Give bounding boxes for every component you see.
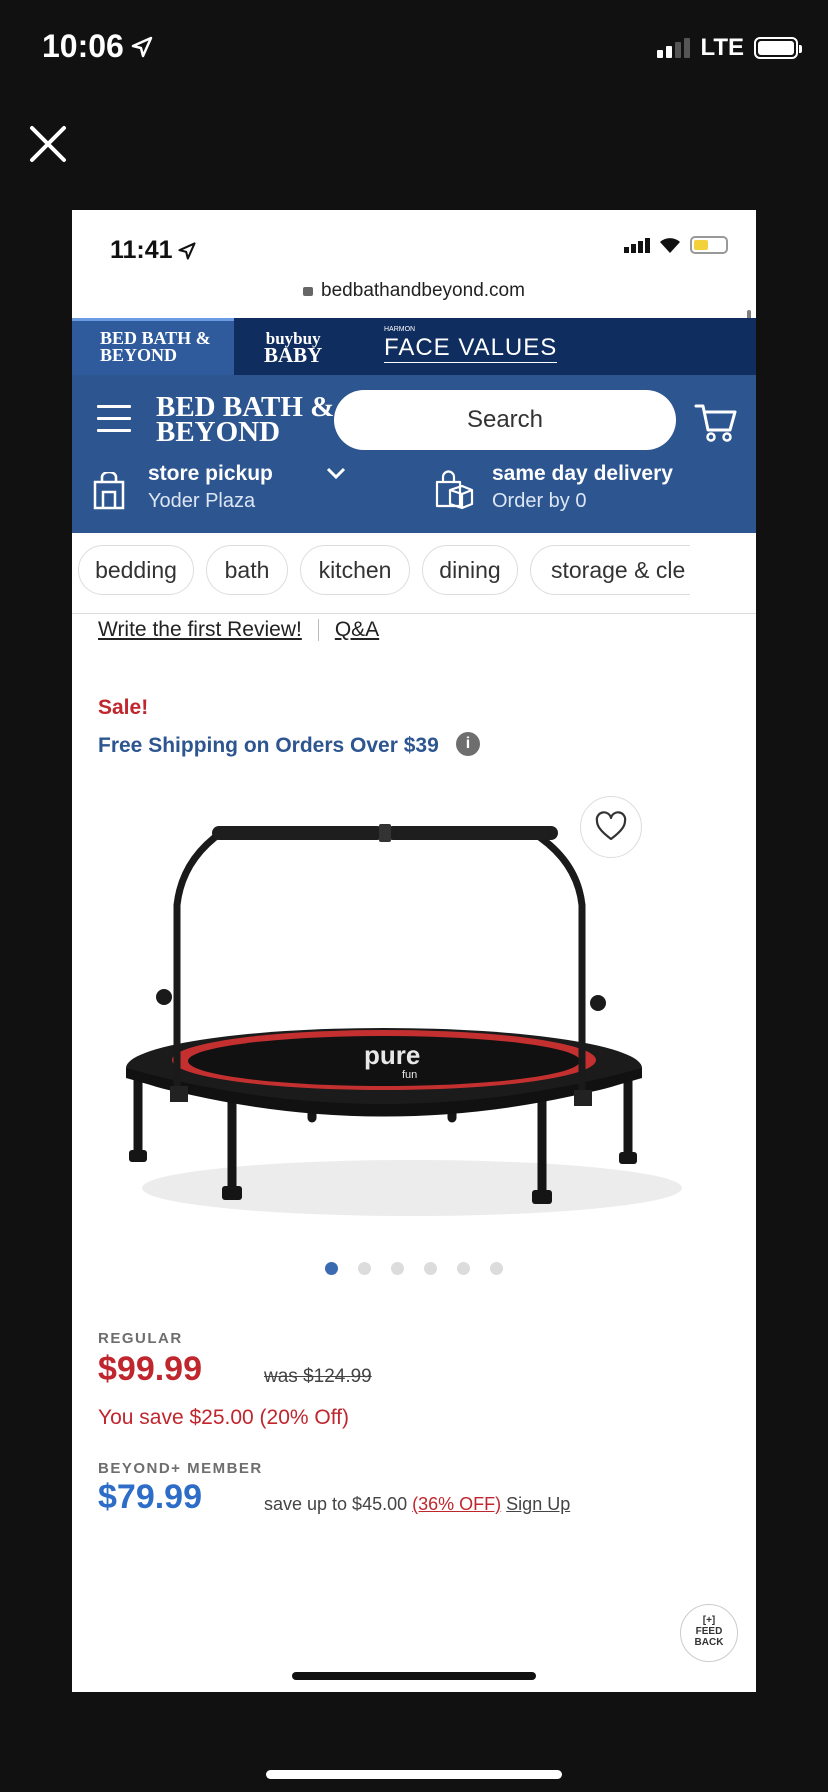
inner-status-bar: 11:41 — [72, 210, 756, 266]
feedback-line2: FEED — [695, 1626, 723, 1637]
member-price-label: BEYOND+ MEMBER — [98, 1460, 263, 1477]
category-chip-kitchen[interactable]: kitchen — [300, 545, 410, 595]
network-label: LTE — [700, 34, 744, 61]
url-text: bedbathandbeyond.com — [321, 280, 525, 301]
category-chips: bedding bath kitchen dining storage & cl… — [72, 545, 756, 605]
member-signup-link[interactable]: Sign Up — [506, 1494, 570, 1514]
brand-tab-bbb[interactable]: BED BATH & BEYOND — [100, 329, 211, 365]
separator — [317, 619, 319, 641]
menu-icon[interactable] — [97, 405, 131, 441]
outer-status-time: 10:06 — [42, 28, 154, 65]
same-day-delivery-sub: Order by 0 — [492, 490, 587, 512]
qa-link[interactable]: Q&A — [335, 618, 379, 642]
outer-time-text: 10:06 — [42, 28, 124, 64]
store-pickup-location: Yoder Plaza — [148, 490, 256, 512]
logo-line2: BEYOND — [156, 416, 281, 448]
feedback-line1: [+] — [702, 1615, 716, 1626]
cellular-signal-icon — [624, 237, 650, 253]
image-carousel-dots — [72, 1262, 756, 1275]
home-indicator[interactable] — [266, 1770, 562, 1779]
search-placeholder: Search — [466, 406, 544, 433]
heart-icon — [595, 811, 627, 841]
brand-tab-face-values[interactable]: HARMON FACE VALUES — [384, 326, 558, 363]
inner-status-time: 11:41 — [110, 236, 197, 265]
reviews-row: Write the first Review! Q&A — [98, 618, 379, 642]
wifi-icon — [660, 238, 680, 253]
brand-harmon-label: HARMON — [384, 326, 416, 333]
embedded-screenshot: 11:41 bedbathandbeyond.com BED BATH & BE… — [72, 210, 756, 1692]
battery-icon — [690, 236, 728, 254]
store-pickup-title[interactable]: store pickup — [148, 462, 273, 486]
inner-time-text: 11:41 — [110, 236, 173, 264]
info-icon[interactable]: i — [456, 732, 480, 756]
free-shipping-label: Free Shipping on Orders Over $39 — [98, 734, 439, 757]
category-chip-bedding[interactable]: bedding — [78, 545, 194, 595]
carousel-dot[interactable] — [358, 1262, 371, 1275]
product-brand-sub: fun — [402, 1069, 417, 1081]
lock-icon — [303, 287, 314, 296]
address-bar[interactable]: bedbathandbeyond.com — [72, 280, 756, 302]
sale-price: $99.99 — [98, 1350, 202, 1388]
member-save-percent: (36% OFF) — [412, 1494, 502, 1514]
location-arrow-icon — [178, 241, 196, 260]
product-image[interactable]: pure fun — [112, 810, 712, 1230]
inner-status-right — [624, 236, 728, 254]
same-day-delivery-title[interactable]: same day delivery — [492, 462, 673, 486]
inner-home-indicator — [292, 1672, 536, 1680]
close-icon[interactable] — [28, 124, 68, 164]
was-price: was $124.99 — [264, 1366, 372, 1387]
feedback-button[interactable]: [+] FEED BACK — [680, 1604, 738, 1662]
carousel-dot[interactable] — [490, 1262, 503, 1275]
outer-status-right: LTE — [657, 34, 802, 62]
store-icon — [93, 472, 125, 510]
category-chip-bath[interactable]: bath — [206, 545, 288, 595]
brand-bbb-line2: BEYOND — [100, 345, 178, 365]
delivery-bag-icon — [435, 470, 474, 510]
site-logo[interactable]: BED BATH & BEYOND — [156, 393, 334, 448]
carousel-dot[interactable] — [457, 1262, 470, 1275]
chevron-down-icon[interactable] — [326, 466, 346, 480]
product-brand-mark: pure — [364, 1040, 420, 1070]
write-review-link[interactable]: Write the first Review! — [98, 618, 302, 642]
carousel-dot[interactable] — [391, 1262, 404, 1275]
member-savings-text: save up to $45.00 (36% OFF) Sign Up — [264, 1494, 570, 1515]
carousel-dot[interactable] — [325, 1262, 338, 1275]
divider — [72, 613, 756, 614]
member-save-amount: save up to $45.00 — [264, 1494, 408, 1514]
sale-label: Sale! — [98, 696, 149, 719]
search-input[interactable]: Search — [334, 390, 676, 450]
category-chip-storage[interactable]: storage & cle — [530, 545, 690, 595]
carousel-dot[interactable] — [424, 1262, 437, 1275]
brand-buybuy-line2: BABY — [264, 343, 323, 367]
battery-icon — [754, 37, 802, 59]
member-price: $79.99 — [98, 1478, 202, 1516]
brand-face-values-label: FACE VALUES — [384, 334, 558, 361]
category-chip-dining[interactable]: dining — [422, 545, 518, 595]
cellular-signal-icon — [657, 38, 691, 58]
regular-price-label: REGULAR — [98, 1330, 183, 1347]
location-arrow-icon — [131, 36, 153, 57]
add-to-favorites-button[interactable] — [580, 796, 642, 858]
brand-tab-buybuy-baby[interactable]: buybuy BABY — [264, 330, 323, 367]
savings-text: You save $25.00 (20% Off) — [98, 1406, 350, 1429]
cart-icon[interactable] — [694, 400, 738, 444]
feedback-line3: BACK — [694, 1637, 724, 1648]
